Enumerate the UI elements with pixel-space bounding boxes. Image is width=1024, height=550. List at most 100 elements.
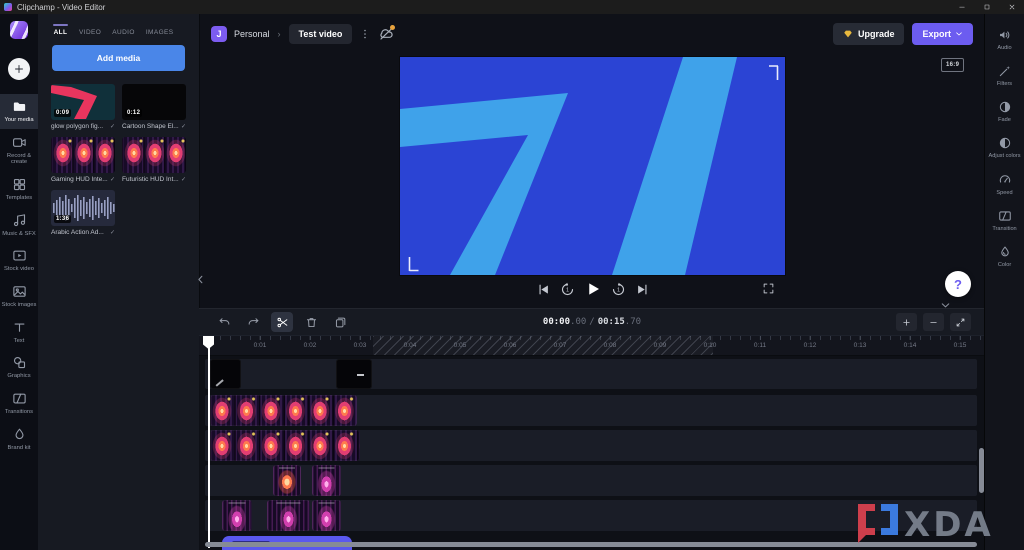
close-button[interactable]	[999, 0, 1024, 14]
tool-item-audio[interactable]: Audio	[985, 22, 1024, 58]
redo-button[interactable]	[242, 312, 264, 332]
tool-item-label: Fade	[998, 117, 1011, 123]
sidebar-item-record-create[interactable]: Record & create	[0, 130, 38, 171]
delete-button[interactable]	[300, 312, 322, 332]
team-avatar[interactable]: J	[211, 26, 227, 42]
video-track-3-clip[interactable]	[210, 430, 360, 461]
media-thumbnail[interactable]	[51, 137, 115, 173]
media-card-glow-polygon-fig[interactable]: 0:09glow polygon fig...✓	[51, 84, 115, 130]
stock-image-icon	[12, 284, 27, 299]
video-track-5-clip[interactable]	[267, 500, 310, 531]
skip-end-button[interactable]	[635, 282, 650, 297]
media-thumbnail[interactable]: 0:09	[51, 84, 115, 120]
close-icon	[1008, 3, 1016, 11]
project-title-field[interactable]: Test video	[289, 24, 353, 44]
music-icon	[12, 213, 27, 228]
ruler-tick: 0:08	[604, 336, 617, 349]
video-track-5-clip[interactable]	[222, 500, 252, 531]
stock-video-icon	[12, 248, 27, 263]
media-tab-audio[interactable]: AUDIO	[112, 24, 135, 36]
export-button[interactable]: Export	[912, 23, 973, 45]
minimize-button[interactable]	[949, 0, 974, 14]
media-name: Futuristic HUD Int...	[122, 176, 179, 183]
sidebar-item-graphics[interactable]: Graphics	[0, 350, 38, 385]
sidebar-item-your-media[interactable]: Your media	[0, 94, 38, 129]
zoom-in-icon	[901, 317, 912, 328]
video-track-1-clip[interactable]	[210, 359, 241, 389]
media-thumbnail[interactable]	[122, 137, 186, 173]
media-card-arabic-action-ad[interactable]: 1:36Arabic Action Ad...✓	[51, 190, 115, 236]
playhead-line[interactable]	[208, 336, 210, 548]
aspect-ratio-badge[interactable]: 16:9	[941, 58, 964, 72]
cloud-sync-off-icon[interactable]	[378, 26, 394, 42]
split-button[interactable]	[271, 312, 293, 332]
timeline-toolbar: 00:00.00/00:15.70	[199, 309, 985, 335]
media-card-cartoon-shape-el[interactable]: 0:12Cartoon Shape El...✓	[122, 84, 186, 130]
zoom-out-button[interactable]	[923, 313, 944, 331]
vertical-scrollbar[interactable]	[979, 448, 984, 493]
tab-indicator	[83, 24, 98, 26]
tool-item-color[interactable]: Color	[985, 239, 1024, 275]
watermark-text: XDA	[904, 505, 994, 545]
media-tab-all[interactable]: ALL	[53, 24, 68, 36]
sidebar-item-stock-video[interactable]: Stock video	[0, 243, 38, 278]
video-track-2-clip[interactable]	[210, 395, 357, 426]
video-track-4-clip[interactable]	[312, 465, 341, 496]
skip-start-button[interactable]	[536, 282, 551, 297]
ruler-tick: 0:15	[954, 336, 967, 349]
sidebar-item-transitions[interactable]: Transitions	[0, 386, 38, 421]
sidebar-item-text[interactable]: Text	[0, 315, 38, 350]
media-thumbnail[interactable]: 1:36	[51, 190, 115, 226]
tool-item-fade[interactable]: Fade	[985, 94, 1024, 130]
templates-icon	[12, 177, 27, 192]
plus-icon	[13, 63, 25, 75]
zoom-in-button[interactable]	[896, 313, 917, 331]
sidebar-item-templates[interactable]: Templates	[0, 172, 38, 207]
clipchamp-app-icon	[4, 3, 12, 11]
media-card-futuristic-hud-int[interactable]: Futuristic HUD Int...✓	[122, 137, 186, 183]
video-track-1-clip[interactable]	[336, 359, 372, 389]
timeline-ruler[interactable]: 00:010:020:030:040:050:060:070:080:090:1…	[199, 335, 985, 356]
timecode-total-frac: .70	[625, 317, 641, 327]
media-thumbnail[interactable]: 0:12	[122, 84, 186, 120]
sidebar-item-label: Graphics	[7, 373, 30, 380]
clipchamp-app: Clipchamp - Video Editor Your mediaRecor…	[0, 0, 1024, 550]
upgrade-button[interactable]: Upgrade	[833, 23, 905, 45]
tool-item-speed[interactable]: Speed	[985, 167, 1024, 203]
duration-badge: 0:12	[125, 109, 142, 117]
sidebar-item-stock-images[interactable]: Stock images	[0, 279, 38, 314]
rewind-1s-button[interactable]: 1	[560, 282, 575, 297]
speed-icon	[998, 173, 1012, 187]
tool-item-transition[interactable]: Transition	[985, 203, 1024, 239]
video-track-4-clip[interactable]	[273, 465, 301, 496]
add-media-button[interactable]: Add media	[52, 45, 185, 71]
fullscreen-icon[interactable]	[762, 282, 775, 295]
sidebar-item-music-sfx[interactable]: Music & SFX	[0, 208, 38, 243]
more-options-icon[interactable]	[359, 27, 371, 41]
collapse-panel-icon[interactable]	[195, 272, 206, 287]
forward-1s-button[interactable]: 1	[611, 282, 626, 297]
camera-icon	[12, 135, 27, 150]
video-preview[interactable]	[400, 57, 785, 275]
sidebar-item-label: Stock video	[4, 266, 34, 273]
tool-item-adjust-colors[interactable]: Adjust colors	[985, 130, 1024, 166]
media-card-gaming-hud-inte[interactable]: Gaming HUD Inte...✓	[51, 137, 115, 183]
duplicate-button[interactable]	[329, 312, 351, 332]
minimize-icon	[958, 3, 966, 11]
breadcrumb-separator: ›	[277, 29, 282, 39]
tool-item-filters[interactable]: Filters	[985, 58, 1024, 94]
fit-timeline-button[interactable]	[950, 313, 971, 331]
breadcrumb-team[interactable]: Personal	[234, 29, 270, 39]
undo-button[interactable]	[213, 312, 235, 332]
media-tab-video[interactable]: VIDEO	[79, 24, 101, 36]
play-button[interactable]	[584, 280, 602, 298]
help-button[interactable]: ?	[945, 271, 971, 297]
add-content-button[interactable]	[8, 58, 30, 80]
media-tab-images[interactable]: IMAGES	[146, 24, 174, 36]
video-track-5-clip[interactable]	[312, 500, 341, 531]
maximize-button[interactable]	[974, 0, 999, 14]
sidebar-item-brand-kit[interactable]: Brand kit	[0, 422, 38, 457]
title-bar: Clipchamp - Video Editor	[0, 0, 1024, 14]
chevron-down-icon	[955, 30, 963, 38]
media-card-caption: Futuristic HUD Int...✓	[122, 176, 186, 183]
